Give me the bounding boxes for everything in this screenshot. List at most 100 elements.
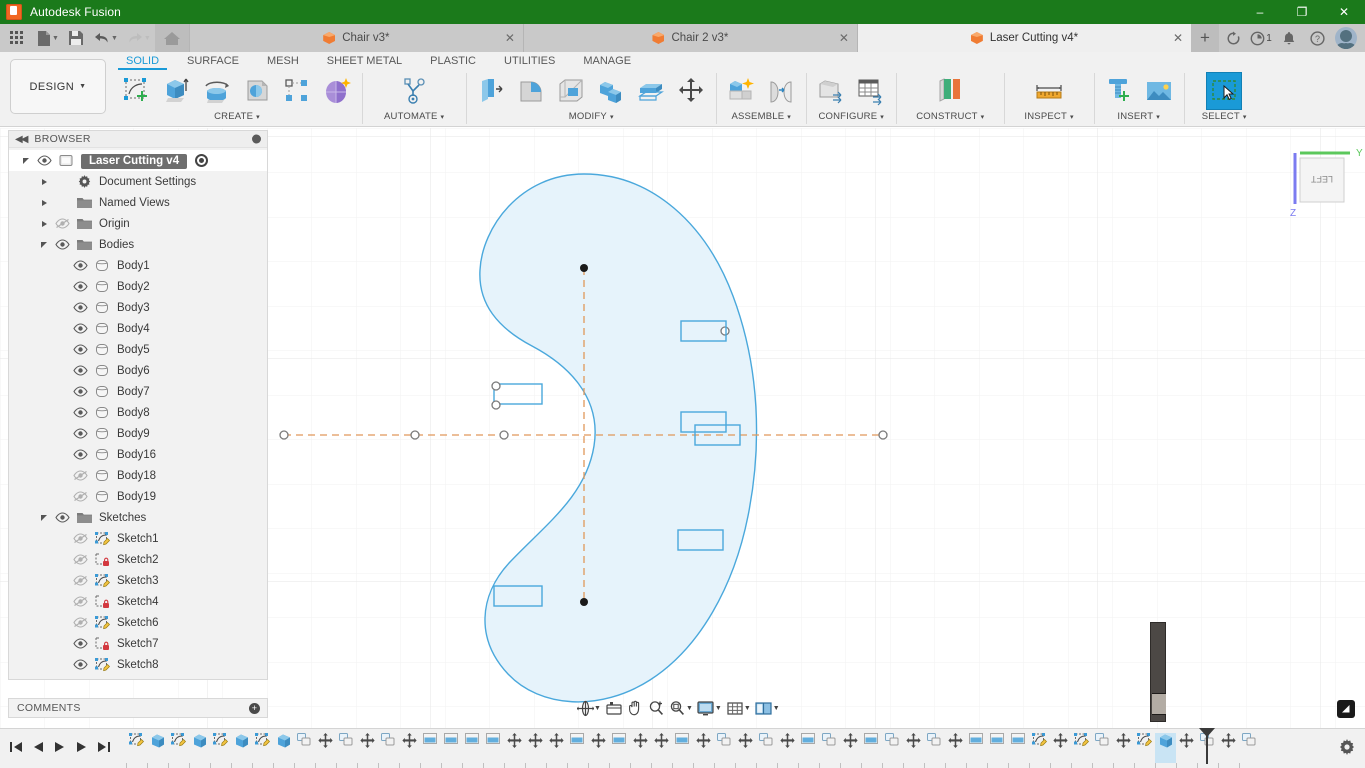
close-button[interactable]: ✕: [1323, 0, 1365, 24]
timeline-feature[interactable]: [336, 733, 357, 763]
timeline-feature[interactable]: [168, 733, 189, 763]
timeline-feature[interactable]: [210, 733, 231, 763]
browser-options-icon[interactable]: [252, 134, 261, 144]
eye-icon[interactable]: [69, 339, 91, 360]
tree-expander-icon[interactable]: [19, 150, 33, 171]
eye-icon[interactable]: [69, 297, 91, 318]
app-grid-icon[interactable]: [4, 24, 30, 52]
timeline-feature[interactable]: [882, 733, 903, 763]
browser-node-sketch4[interactable]: Sketch4: [9, 591, 267, 612]
timeline-feature[interactable]: [546, 733, 567, 763]
close-icon[interactable]: ✕: [1173, 32, 1183, 44]
shell-icon[interactable]: [553, 72, 589, 110]
timeline-feature[interactable]: [1008, 733, 1029, 763]
timeline-feature[interactable]: [777, 733, 798, 763]
viewports-icon[interactable]: [754, 698, 774, 718]
eye-off-icon[interactable]: [69, 549, 91, 570]
timeline-feature[interactable]: [483, 733, 504, 763]
orbit-icon[interactable]: [575, 698, 595, 718]
joint-icon[interactable]: [763, 72, 799, 110]
collapse-panel-icon[interactable]: ◀◀: [15, 134, 28, 145]
eye-icon[interactable]: [69, 444, 91, 465]
add-comment-icon[interactable]: +: [249, 702, 260, 714]
eye-icon[interactable]: [69, 654, 91, 675]
sketch-point[interactable]: [410, 430, 420, 440]
browser-node-body18[interactable]: Body18: [9, 465, 267, 486]
slider-thumb[interactable]: [1152, 693, 1166, 715]
sketch-point[interactable]: [720, 326, 730, 336]
ribbon-tab-plastic[interactable]: PLASTIC: [416, 52, 490, 69]
autodesk-logo-icon[interactable]: [1337, 700, 1355, 718]
ribbon-group-inspect-label[interactable]: INSPECT ▾: [1024, 110, 1073, 124]
pattern-icon[interactable]: [279, 72, 315, 110]
eye-icon[interactable]: [69, 402, 91, 423]
browser-node-body2[interactable]: Body2: [9, 276, 267, 297]
timeline-feature[interactable]: [231, 733, 252, 763]
sketch-point-fixed[interactable]: [580, 598, 588, 606]
timeline-feature[interactable]: [630, 733, 651, 763]
new-tab-button[interactable]: +: [1191, 24, 1219, 52]
ribbon-tab-surface[interactable]: SURFACE: [173, 52, 253, 69]
select-window-icon[interactable]: [1206, 72, 1243, 110]
eye-icon[interactable]: [51, 507, 73, 528]
timeline-feature[interactable]: [1134, 733, 1155, 763]
timeline-feature[interactable]: [1239, 733, 1260, 763]
sketch-profile-outline[interactable]: [479, 173, 758, 703]
save-icon[interactable]: [63, 24, 89, 52]
timeline-feature[interactable]: [861, 733, 882, 763]
eye-off-icon[interactable]: [69, 570, 91, 591]
form-icon[interactable]: [319, 72, 355, 110]
ribbon-group-modify-label[interactable]: MODIFY ▾: [569, 110, 614, 124]
timeline-feature-list[interactable]: [126, 733, 1260, 763]
sketch-point-fixed[interactable]: [580, 264, 588, 272]
sketch-point[interactable]: [491, 381, 501, 391]
timeline-feature[interactable]: [1092, 733, 1113, 763]
create-sketch-icon[interactable]: [119, 72, 155, 110]
slot-rect-upper-left[interactable]: [493, 383, 543, 405]
timeline-feature[interactable]: [651, 733, 672, 763]
browser-node-sketch7[interactable]: Sketch7: [9, 633, 267, 654]
move-copy-icon[interactable]: [673, 72, 709, 110]
browser-node-sketch1[interactable]: Sketch1: [9, 528, 267, 549]
ribbon-tab-sheet-metal[interactable]: SHEET METAL: [313, 52, 416, 69]
job-status-icon[interactable]: 1: [1247, 24, 1275, 52]
eye-off-icon[interactable]: [51, 213, 73, 234]
sketch-point[interactable]: [499, 430, 509, 440]
timeline-feature[interactable]: [588, 733, 609, 763]
timeline-feature[interactable]: [273, 733, 294, 763]
fillet-icon[interactable]: [513, 72, 549, 110]
timeline-feature[interactable]: [567, 733, 588, 763]
ribbon-group-configure-label[interactable]: CONFIGURE ▾: [818, 110, 884, 124]
go-to-end-icon[interactable]: [94, 735, 114, 759]
timeline-feature[interactable]: [441, 733, 462, 763]
browser-node-body9[interactable]: Body9: [9, 423, 267, 444]
orbit-caret-icon[interactable]: ▼: [594, 705, 601, 712]
display-caret-icon[interactable]: ▼: [715, 705, 722, 712]
browser-node-document-settings[interactable]: Document Settings: [9, 171, 267, 192]
eye-icon[interactable]: [69, 633, 91, 654]
ribbon-group-assemble-label[interactable]: ASSEMBLE ▾: [731, 110, 791, 124]
eye-off-icon[interactable]: [69, 612, 91, 633]
redo-icon[interactable]: [122, 24, 148, 52]
browser-node-bodies[interactable]: Bodies: [9, 234, 267, 255]
browser-node-body4[interactable]: Body4: [9, 318, 267, 339]
timeline-feature[interactable]: [609, 733, 630, 763]
timeline-feature[interactable]: [252, 733, 273, 763]
eye-off-icon[interactable]: [69, 591, 91, 612]
timeline-feature[interactable]: [756, 733, 777, 763]
sketch-point[interactable]: [878, 430, 888, 440]
document-tab-laser-cutting-v4[interactable]: Laser Cutting v4* ✕: [856, 24, 1191, 52]
ribbon-group-automate-label[interactable]: AUTOMATE ▾: [384, 110, 444, 124]
offset-face-icon[interactable]: [633, 72, 669, 110]
pan-icon[interactable]: [625, 698, 645, 718]
comments-panel[interactable]: COMMENTS +: [8, 698, 268, 718]
zoom-window-icon[interactable]: [667, 698, 687, 718]
timeline-feature[interactable]: [1113, 733, 1134, 763]
document-tab-chair-v3[interactable]: Chair v3* ✕: [188, 24, 523, 52]
timeline-feature[interactable]: [987, 733, 1008, 763]
configure-icon[interactable]: [813, 72, 849, 110]
tree-expander-icon[interactable]: [37, 234, 51, 255]
sketch-point[interactable]: [491, 400, 501, 410]
ribbon-group-insert-label[interactable]: INSERT ▾: [1117, 110, 1160, 124]
bell-icon[interactable]: [1275, 24, 1303, 52]
